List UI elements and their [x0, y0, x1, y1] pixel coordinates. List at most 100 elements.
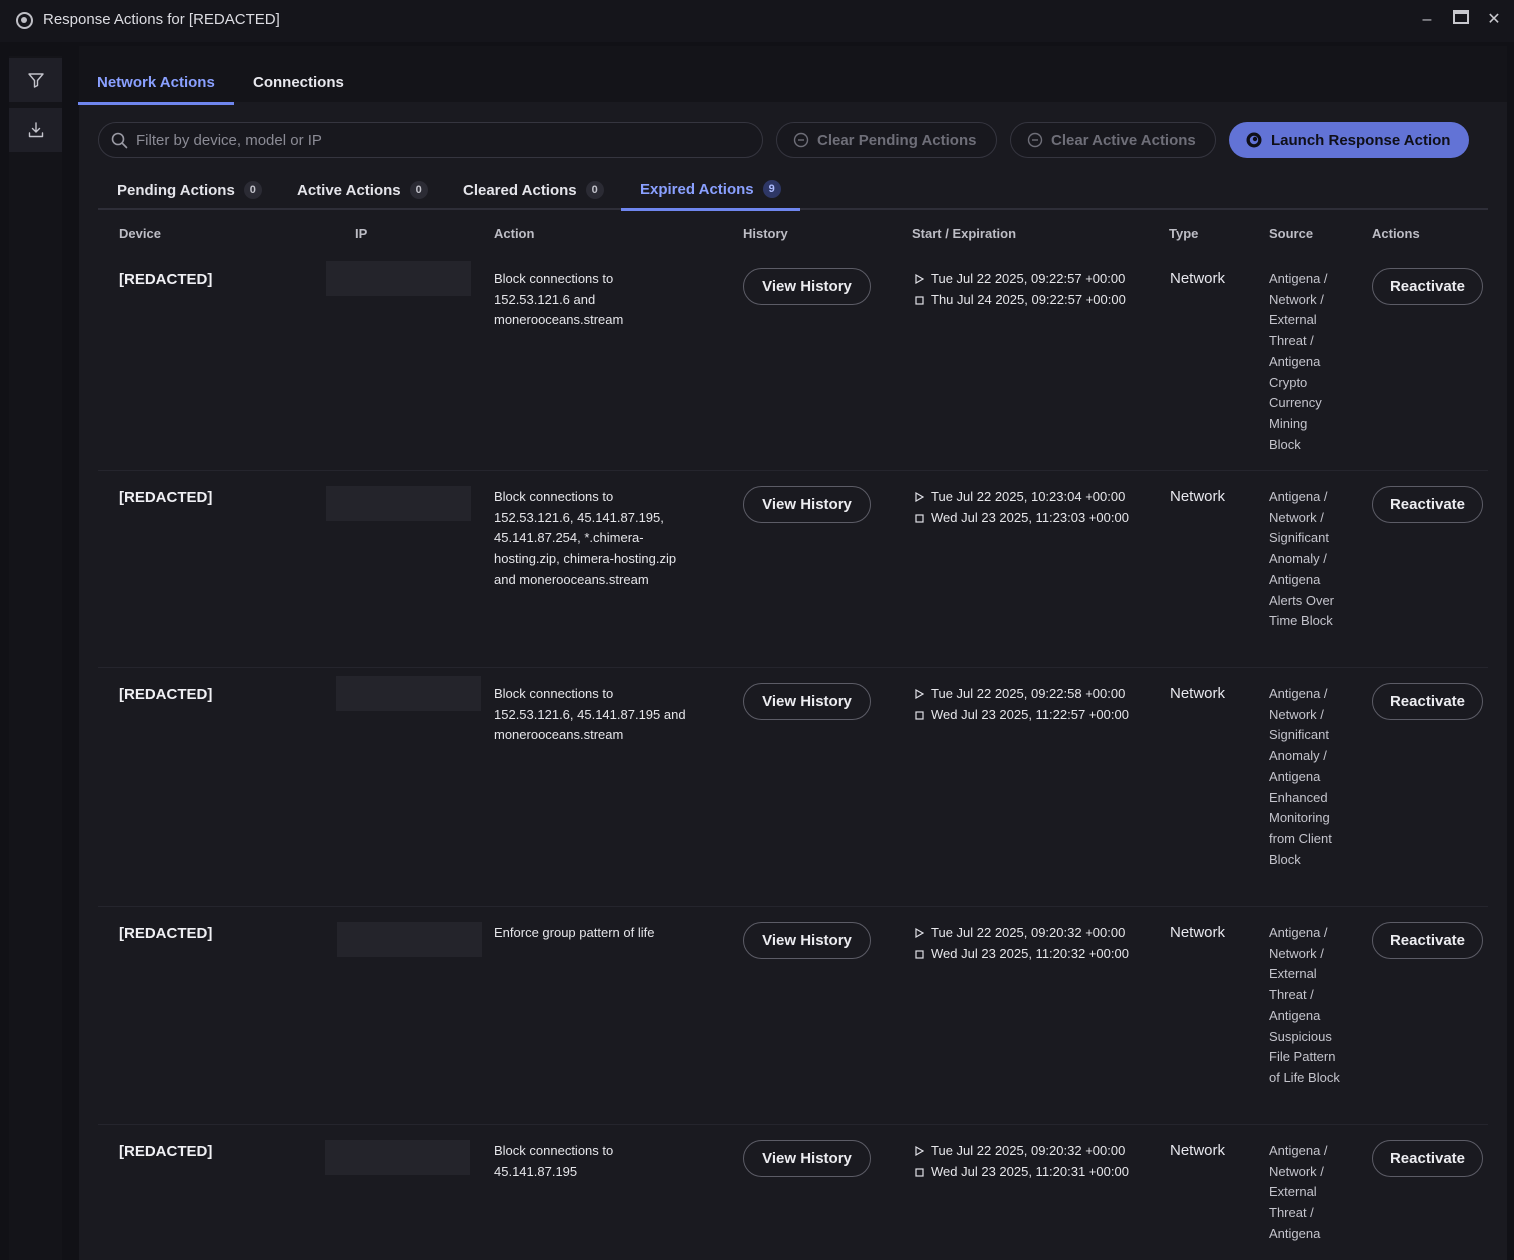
table-header: Device IP Action History Start / Expirat…: [98, 222, 1488, 248]
download-button[interactable]: [9, 108, 62, 152]
start-expiration: Tue Jul 22 2025, 10:23:04 +00:00 Wed Jul…: [913, 487, 1129, 528]
clear-active-label: Clear Active Actions: [1051, 131, 1196, 149]
play-icon: [913, 1146, 925, 1157]
stop-icon: [913, 710, 925, 720]
ip-redacted: [326, 261, 471, 296]
type-value: Network: [1170, 488, 1226, 505]
expiration-time: Wed Jul 23 2025, 11:20:31 +00:00: [931, 1163, 1129, 1179]
start-time: Tue Jul 22 2025, 09:22:57 +00:00: [931, 271, 1126, 286]
tab-cleared-actions[interactable]: Cleared Actions 0: [444, 170, 623, 210]
source-text: Antigena / Network / External Threat / A…: [1269, 271, 1328, 452]
start-time: Tue Jul 22 2025, 09:22:58 +00:00: [931, 686, 1126, 701]
action-text: Block connections to 152.53.121.6, 45.14…: [494, 686, 686, 743]
stop-icon: [913, 513, 925, 523]
source-text: Antigena / Network / Significant Anomaly…: [1269, 686, 1332, 867]
action-text: Block connections to 152.53.121.6, 45.14…: [494, 489, 677, 587]
count-badge: 9: [762, 180, 781, 198]
count-badge: 0: [243, 181, 262, 199]
tab-network-actions[interactable]: Network Actions: [78, 66, 234, 105]
search-box: [98, 122, 763, 158]
count-badge: 0: [585, 181, 604, 199]
stop-icon: [913, 949, 925, 959]
launch-label: Launch Response Action: [1271, 131, 1451, 149]
play-icon: [913, 689, 925, 700]
type-value: Network: [1170, 270, 1226, 287]
expiration-time: Wed Jul 23 2025, 11:22:57 +00:00: [931, 706, 1129, 722]
tab-label: Active Actions: [297, 181, 401, 199]
action-text: Block connections to 152.53.121.6 and mo…: [494, 271, 624, 328]
maximize-icon: [1453, 10, 1469, 24]
tab-active-actions[interactable]: Active Actions 0: [278, 170, 447, 210]
device-name: [REDACTED]: [119, 686, 213, 703]
expiration-time: Wed Jul 23 2025, 11:20:32 +00:00: [931, 945, 1129, 961]
reactivate-button[interactable]: Reactivate: [1372, 1140, 1483, 1177]
view-history-button[interactable]: View History: [743, 1140, 871, 1177]
minus-circle-icon: [1027, 132, 1043, 148]
device-name: [REDACTED]: [119, 925, 213, 942]
ip-redacted: [326, 486, 471, 521]
source-text: Antigena / Network / External Threat / A…: [1269, 925, 1340, 1085]
column-header: Type: [1169, 226, 1199, 241]
play-icon: [913, 492, 925, 503]
filter-icon: [27, 73, 44, 88]
device-name: [REDACTED]: [119, 1143, 213, 1160]
start-time: Tue Jul 22 2025, 10:23:04 +00:00: [931, 489, 1126, 504]
title-bar: Response Actions for [REDACTED] – ✕: [0, 0, 1514, 42]
ip-redacted: [336, 676, 481, 711]
expiration-time: Thu Jul 24 2025, 09:22:57 +00:00: [931, 291, 1126, 307]
clear-pending-actions-button[interactable]: Clear Pending Actions: [776, 122, 997, 158]
view-history-button[interactable]: View History: [743, 922, 871, 959]
reactivate-button[interactable]: Reactivate: [1372, 486, 1483, 523]
reactivate-button[interactable]: Reactivate: [1372, 268, 1483, 305]
app-logo-icon: [16, 12, 33, 29]
view-history-button[interactable]: View History: [743, 683, 871, 720]
reactivate-button[interactable]: Reactivate: [1372, 683, 1483, 720]
column-header: IP: [355, 226, 368, 241]
start-expiration: Tue Jul 22 2025, 09:22:58 +00:00 Wed Jul…: [913, 684, 1129, 725]
device-name: [REDACTED]: [119, 271, 213, 288]
tab-pending-actions[interactable]: Pending Actions 0: [98, 170, 281, 210]
play-icon: [913, 928, 925, 939]
table-row: [REDACTED] Enforce group pattern of life…: [98, 907, 1488, 1125]
tab-expired-actions[interactable]: Expired Actions 9: [621, 170, 800, 211]
column-header: History: [743, 226, 788, 241]
action-text: Enforce group pattern of life: [494, 925, 655, 940]
ip-redacted: [325, 1140, 470, 1175]
column-header: Source: [1269, 226, 1314, 241]
tab-label: Expired Actions: [640, 180, 754, 198]
column-header: Device: [119, 226, 161, 241]
table-row: [REDACTED] Block connections to 152.53.1…: [98, 471, 1488, 668]
view-history-button[interactable]: View History: [743, 486, 871, 523]
action-text: Block connections to 45.141.87.195: [494, 1143, 614, 1179]
search-icon: [111, 132, 128, 148]
search-input[interactable]: [136, 131, 736, 149]
source-text: Antigena / Network / External Threat / A…: [1269, 1143, 1328, 1241]
side-rail: [9, 56, 62, 1260]
start-time: Tue Jul 22 2025, 09:20:32 +00:00: [931, 925, 1126, 940]
clear-active-actions-button[interactable]: Clear Active Actions: [1010, 122, 1216, 158]
start-expiration: Tue Jul 22 2025, 09:22:57 +00:00 Thu Jul…: [913, 269, 1126, 310]
table-row: [REDACTED] Block connections to 152.53.1…: [98, 253, 1488, 471]
source-text: Antigena / Network / Significant Anomaly…: [1269, 489, 1335, 629]
maximize-button[interactable]: [1450, 8, 1472, 32]
play-icon: [913, 274, 925, 285]
close-button[interactable]: ✕: [1483, 8, 1505, 32]
tab-connections[interactable]: Connections: [234, 66, 363, 102]
count-badge: 0: [409, 181, 428, 199]
start-time: Tue Jul 22 2025, 09:20:32 +00:00: [931, 1143, 1126, 1158]
minimize-button[interactable]: –: [1416, 8, 1438, 32]
window-title: Response Actions for [REDACTED]: [43, 11, 280, 28]
main-tab-bar: Network Actions Connections: [78, 46, 1507, 105]
reactivate-button[interactable]: Reactivate: [1372, 922, 1483, 959]
type-value: Network: [1170, 924, 1226, 941]
view-history-button[interactable]: View History: [743, 268, 871, 305]
ip-redacted: [337, 922, 482, 957]
antigena-icon: [1246, 132, 1262, 148]
table-row: [REDACTED] Block connections to 45.141.8…: [98, 1125, 1488, 1260]
download-icon: [28, 122, 43, 138]
stop-icon: [913, 1167, 925, 1177]
filter-button[interactable]: [9, 58, 62, 102]
main-panel: Network Actions Connections Clear Pendin…: [78, 46, 1507, 1260]
table-row: [REDACTED] Block connections to 152.53.1…: [98, 668, 1488, 907]
launch-response-action-button[interactable]: Launch Response Action: [1229, 122, 1469, 158]
